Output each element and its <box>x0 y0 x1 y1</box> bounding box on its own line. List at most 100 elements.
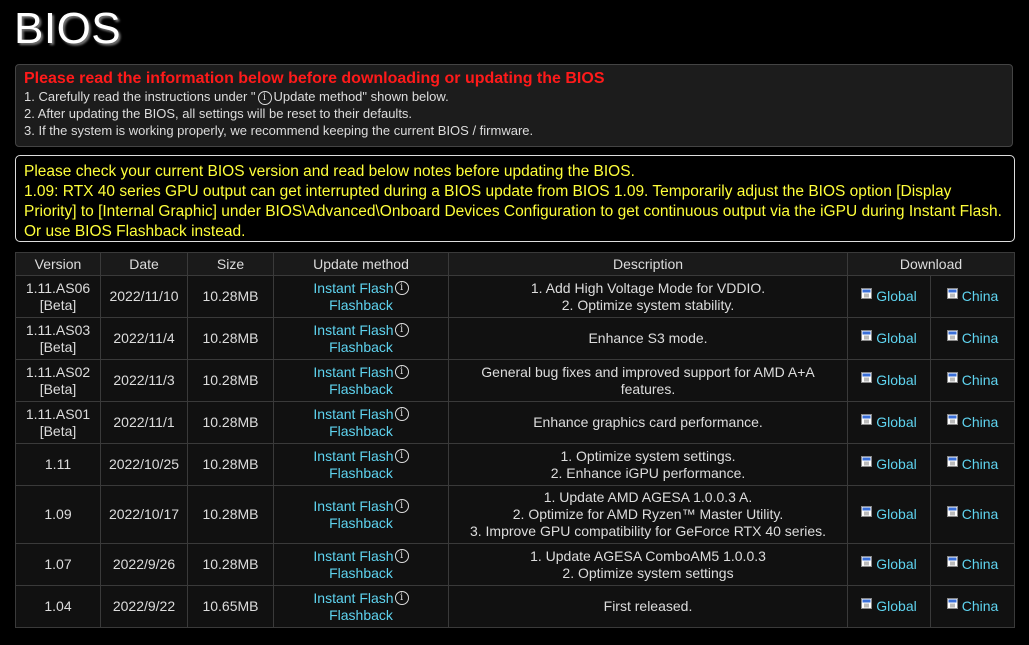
description-line: General bug fixes and improved support f… <box>481 363 815 380</box>
download-global-link[interactable]: Global <box>861 556 917 572</box>
date-cell: 2022/11/3 <box>100 359 188 402</box>
instant-flash-link[interactable]: Instant Flash i <box>274 590 448 607</box>
instant-flash-label: Instant Flash <box>313 447 394 464</box>
download-global-link[interactable]: Global <box>861 414 917 430</box>
description-line: 2. Optimize system stability. <box>561 296 735 313</box>
update-method-cell: Instant Flash i Flashback <box>273 317 449 360</box>
download-china-link[interactable]: China <box>946 598 998 614</box>
instant-flash-link[interactable]: Instant Flash i <box>274 406 448 423</box>
info-icon[interactable]: i <box>394 322 409 337</box>
download-china-link[interactable]: China <box>946 372 999 388</box>
flashback-link[interactable]: Flashback <box>274 297 448 314</box>
warning-line-3: 3. If the system is working properly, we… <box>24 123 534 138</box>
instant-flash-link[interactable]: Instant Flash i <box>274 548 448 565</box>
download-global-label: Global <box>876 330 917 346</box>
download-china-cell: China <box>929 317 1016 360</box>
download-global-link[interactable]: Global <box>861 330 917 346</box>
size-cell: 10.28MB <box>187 485 274 544</box>
date-cell: 2022/11/10 <box>100 275 188 318</box>
download-china-cell: China <box>929 443 1016 486</box>
download-china-link[interactable]: China <box>946 330 998 346</box>
description-line: 1. Update AGESA ComboAM5 1.0.0.3 <box>530 547 766 564</box>
info-icon[interactable]: i <box>394 498 409 513</box>
download-global-link[interactable]: Global <box>861 288 917 304</box>
instant-flash-link[interactable]: Instant Flash i <box>274 498 448 515</box>
flashback-link[interactable]: Flashback <box>274 565 448 582</box>
update-method-cell: Instant Flash i Flashback <box>273 275 449 318</box>
instant-flash-label: Instant Flash <box>313 363 394 380</box>
download-global-label: Global <box>876 556 917 572</box>
version-tag: [Beta] <box>39 338 77 355</box>
info-icon: i <box>257 91 272 105</box>
download-icon <box>946 288 958 299</box>
flashback-link[interactable]: Flashback <box>274 381 448 398</box>
download-icon <box>861 414 873 425</box>
download-icon <box>946 556 958 567</box>
download-icon <box>946 506 958 517</box>
description-line: 1. Add High Voltage Mode for VDDIO. <box>530 279 766 296</box>
info-icon[interactable]: i <box>394 280 409 295</box>
download-global-link[interactable]: Global <box>861 598 917 614</box>
download-icon <box>861 506 873 517</box>
date-cell: 2022/9/22 <box>100 585 188 628</box>
download-china-cell: China <box>929 585 1016 628</box>
header-description: Description <box>448 252 848 276</box>
download-global-link[interactable]: Global <box>861 506 917 522</box>
version-number: 1.07 <box>44 556 72 572</box>
download-global-cell: Global <box>847 359 931 402</box>
version-number: 1.04 <box>44 598 72 614</box>
download-icon <box>946 414 958 425</box>
download-china-link[interactable]: China <box>946 556 998 572</box>
download-china-link[interactable]: China <box>946 506 999 522</box>
download-china-link[interactable]: China <box>946 414 998 430</box>
table-row: 1.11.AS06 [Beta] 2022/11/10 10.28MB Instant … <box>15 275 1016 318</box>
description-cell: Enhance graphics card performance. <box>448 401 848 444</box>
page-title: BIOS <box>14 4 122 53</box>
download-china-label: China <box>961 372 999 388</box>
download-global-cell: Global <box>847 275 931 318</box>
info-icon[interactable]: i <box>394 448 409 463</box>
info-icon[interactable]: i <box>394 548 409 563</box>
flashback-link[interactable]: Flashback <box>274 339 448 356</box>
download-global-link[interactable]: Global <box>861 372 917 388</box>
description-line: 2. Enhance iGPU performance. <box>550 464 746 481</box>
info-icon[interactable]: i <box>394 364 409 379</box>
flashback-link[interactable]: Flashback <box>274 607 448 624</box>
description-line: 2. Optimize for AMD Ryzen™ Master Utilit… <box>512 506 784 522</box>
description-line: 3. Improve GPU compatibility for GeForce… <box>469 523 827 539</box>
size-cell: 10.28MB <box>187 317 274 360</box>
description-cell: 1. Update AGESA ComboAM5 1.0.0.3 2. Optim… <box>448 543 848 586</box>
header-date: Date <box>100 252 188 276</box>
description-line: Enhance S3 mode. <box>588 330 708 346</box>
version-tag: [Beta] <box>39 422 77 439</box>
flashback-link[interactable]: Flashback <box>274 465 448 482</box>
flashback-link[interactable]: Flashback <box>274 515 448 532</box>
info-icon[interactable]: i <box>394 406 409 421</box>
download-icon <box>861 456 873 467</box>
download-china-label: China <box>961 288 999 304</box>
download-global-link[interactable]: Global <box>861 456 917 472</box>
instant-flash-link[interactable]: Instant Flash i <box>274 364 448 381</box>
download-icon <box>946 330 958 341</box>
version-tag: [Beta] <box>39 380 77 397</box>
info-icon[interactable]: i <box>394 590 409 605</box>
instant-flash-link[interactable]: Instant Flash i <box>274 280 448 297</box>
instant-flash-label: Instant Flash <box>313 547 394 564</box>
bios-note-box: Please check your current BIOS version a… <box>15 155 1015 242</box>
download-china-cell: China <box>929 543 1016 586</box>
download-china-label: China <box>961 506 999 522</box>
instant-flash-link[interactable]: Instant Flash i <box>274 322 448 339</box>
instant-flash-label: Instant Flash <box>313 497 394 514</box>
description-cell: First released. <box>448 585 848 628</box>
version-cell: 1.11.AS03 [Beta] <box>15 317 101 360</box>
instant-flash-link[interactable]: Instant Flash i <box>274 448 448 465</box>
size-cell: 10.28MB <box>187 443 274 486</box>
download-global-cell: Global <box>847 543 931 586</box>
version-number: 1.11.AS03 <box>25 321 91 338</box>
download-china-link[interactable]: China <box>946 456 998 472</box>
download-china-link[interactable]: China <box>946 288 999 304</box>
download-global-cell: Global <box>847 585 931 628</box>
flashback-link[interactable]: Flashback <box>274 423 448 440</box>
version-tag: [Beta] <box>39 296 77 313</box>
warning-line-1-start: 1. Carefully read the instructions under… <box>24 89 256 104</box>
